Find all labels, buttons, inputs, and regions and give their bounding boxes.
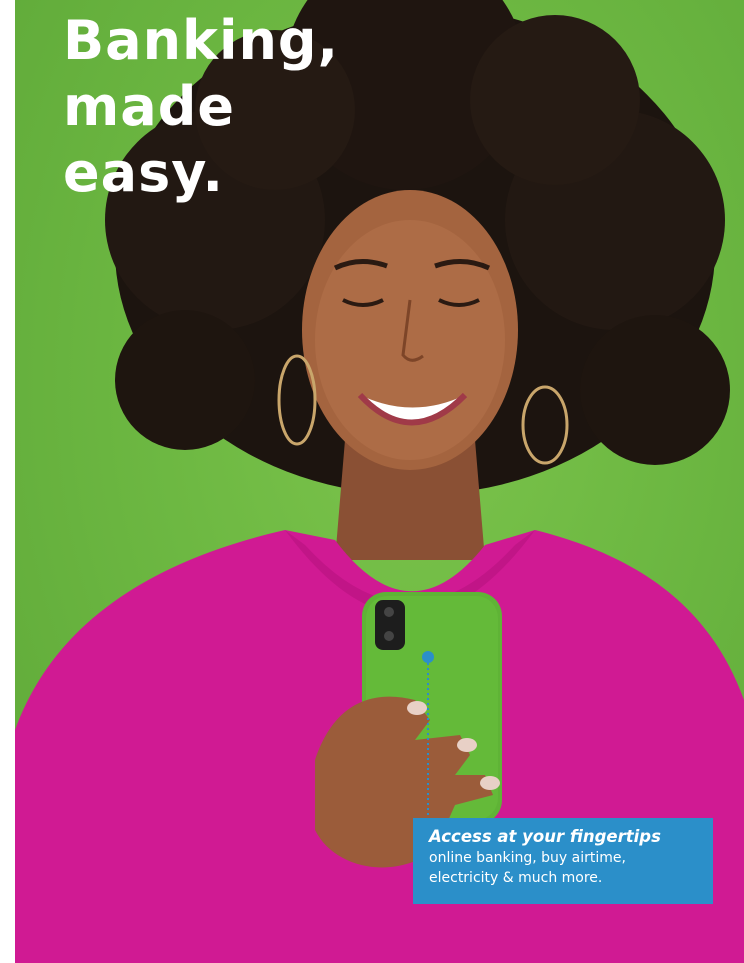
headline: Banking, made easy. (63, 8, 339, 206)
callout-dot-icon (422, 651, 434, 663)
callout-title: Access at your fingertips (429, 827, 661, 846)
headline-line-2: made (63, 75, 235, 138)
callout-body: online banking, buy airtime, electricity… (429, 850, 626, 886)
headline-line-1: Banking, (63, 9, 340, 72)
face-icon (302, 190, 518, 470)
poster-banner: Banking, made easy. Access at your finge… (15, 0, 744, 963)
callout-box: Access at your fingertips online banking… (413, 818, 713, 904)
headline-line-3: easy. (63, 141, 224, 204)
